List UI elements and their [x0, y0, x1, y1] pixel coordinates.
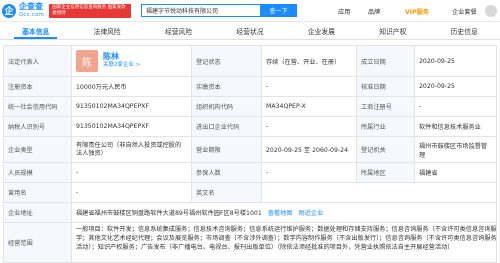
tab-legal-risk[interactable]: 法律风险 — [71, 22, 142, 39]
top-header: 企 企查查 Qcc.com 国家企业信用信息查询服务 国家发改委授牌 福建字节悦… — [0, 0, 500, 22]
nav-apps[interactable]: 应用 — [338, 0, 350, 22]
region-value: 福建省 — [415, 163, 497, 182]
table-row: 人员规模 - 参保人数 - 所属地区 福建省 — [4, 163, 497, 183]
authority-value: 福州市鼓楼区市场监督管理 — [415, 137, 497, 162]
logo-icon: 企 — [2, 3, 16, 18]
address-cell: 福建省福州市鼓楼区铜盘路软件大道89号福州软件园F区8号楼1001 查看地图 附… — [72, 203, 497, 222]
authority-badge: 国家企业信用信息查询服务 国家发改委授牌 — [49, 3, 132, 18]
legal-rep-related-link[interactable]: 关联2家企业 > — [103, 61, 140, 70]
info-label: 营业期限 — [192, 137, 262, 162]
info-label: 实缴资本 — [192, 77, 262, 96]
info-label: 参保人数 — [192, 163, 262, 182]
table-row: 企业类型 有限责任公司（非自然人投资或控股的法人独资） 营业期限 2020-09… — [4, 137, 497, 163]
tab-history[interactable]: 历史信息 — [429, 22, 500, 39]
search-button[interactable]: 查一下 — [260, 4, 297, 17]
user-avatar[interactable] — [485, 5, 497, 17]
info-label: 人员规模 — [4, 163, 72, 182]
former-name-value: - — [72, 183, 192, 202]
nav-brand[interactable]: 品牌 — [368, 0, 380, 22]
info-label: 英文名 — [192, 183, 262, 202]
search-input[interactable]: 福建字节悦动科技有限公司 — [141, 4, 260, 17]
info-label: 核准日期 — [357, 77, 415, 96]
company-type-value: 有限责任公司（非自然人投资或控股的法人独资） — [72, 137, 192, 162]
table-row: 曾用名 - 英文名 — [4, 183, 497, 203]
est-date-value: 2020-09-25 — [415, 46, 497, 76]
info-label: 所属地区 — [357, 163, 415, 182]
view-map-link[interactable]: 查看地图 — [268, 208, 293, 217]
org-code-value: MA34QPEP-X — [262, 97, 357, 116]
info-label: 成立日期 — [357, 46, 415, 76]
info-label: 组织机构代码 — [192, 97, 262, 116]
industry-value: 软件和信息技术服务业 — [415, 117, 497, 136]
company-info-table: 法定代表人 陈 陈林 关联2家企业 > 登记状态 存续（在营、开业、在册） 成立… — [3, 45, 497, 263]
info-label: 所属行业 — [357, 117, 415, 136]
reg-cap-value: 10000万元人民币 — [72, 77, 192, 96]
nav-vip-service[interactable]: VIP服务 — [405, 0, 429, 22]
section-tabs: 基本信息 法律风险 经营风险 经营状况 企业发展 知识产权 历史信息 — [0, 22, 500, 40]
table-row: 法定代表人 陈 陈林 关联2家企业 > 登记状态 存续（在营、开业、在册） 成立… — [4, 46, 497, 77]
term-value: 2020-09-25 至 2060-09-24 — [262, 137, 357, 162]
info-label: 登记状态 — [192, 46, 262, 76]
approve-date-value: 2020-09-25 — [415, 77, 497, 96]
tax-id-value: 91350102MA34QPEPXF — [72, 117, 192, 136]
address-value: 福建省福州市鼓楼区铜盘路软件大道89号福州软件园F区8号楼1001 — [76, 210, 262, 217]
staff-value: - — [72, 163, 192, 182]
table-row: 企业地址 福建省福州市鼓楼区铜盘路软件大道89号福州软件园F区8号楼1001 查… — [4, 203, 497, 223]
biz-reg-value: - — [415, 97, 497, 116]
tab-ip[interactable]: 知识产权 — [357, 22, 428, 39]
legal-rep-cell: 陈 陈林 关联2家企业 > — [72, 46, 192, 76]
logo-name: 企查查 — [19, 1, 43, 11]
tab-basic-info[interactable]: 基本信息 — [0, 22, 71, 39]
business-scope-value: 一般项目：软件开发；信息系统集成服务；信息技术咨询服务；信息系统运行维护服务；数… — [72, 223, 497, 262]
info-label: 工商注册号 — [357, 97, 415, 116]
info-label: 经营范围 — [4, 223, 72, 262]
info-label: 进出口企业代码 — [192, 117, 262, 136]
info-label: 统一社会信用代码 — [4, 97, 72, 116]
paid-cap-value: - — [262, 77, 357, 96]
nearby-companies-link[interactable]: 附近企业 — [299, 208, 324, 217]
tab-business-status[interactable]: 经营状况 — [214, 22, 285, 39]
info-label: 法定代表人 — [4, 46, 72, 76]
table-row: 纳税人识别号 91350102MA34QPEPXF 进出口企业代码 - 所属行业… — [4, 117, 497, 137]
info-label: 企业类型 — [4, 137, 72, 162]
info-label: 注册资本 — [4, 77, 72, 96]
legal-rep-name[interactable]: 陈林 — [103, 52, 140, 61]
table-row: 统一社会信用代码 91350102MA34QPEPXF 组织机构代码 MA34Q… — [4, 97, 497, 117]
info-label: 登记机关 — [357, 137, 415, 162]
status-value: 存续（在营、开业、在册） — [262, 46, 357, 76]
insured-value: - — [262, 163, 357, 182]
logo-domain: Qcc.com — [19, 11, 45, 18]
english-name-value — [262, 183, 497, 202]
qcc-logo[interactable]: 企 企查查 Qcc.com — [2, 1, 45, 19]
nav-enterprise-package[interactable]: 企业套餐 — [452, 0, 477, 22]
info-label: 曾用名 — [4, 183, 72, 202]
table-row: 经营范围 一般项目：软件开发；信息系统集成服务；信息技术咨询服务；信息系统运行维… — [4, 223, 497, 263]
info-label: 企业地址 — [4, 203, 72, 222]
tab-business-risk[interactable]: 经营风险 — [143, 22, 214, 39]
table-row: 注册资本 10000万元人民币 实缴资本 - 核准日期 2020-09-25 — [4, 77, 497, 97]
legal-rep-avatar: 陈 — [76, 50, 98, 72]
import-code-value: - — [262, 117, 357, 136]
tab-development[interactable]: 企业发展 — [286, 22, 357, 39]
info-label: 纳税人识别号 — [4, 117, 72, 136]
credit-code-value: 91350102MA34QPEPXF — [72, 97, 192, 116]
